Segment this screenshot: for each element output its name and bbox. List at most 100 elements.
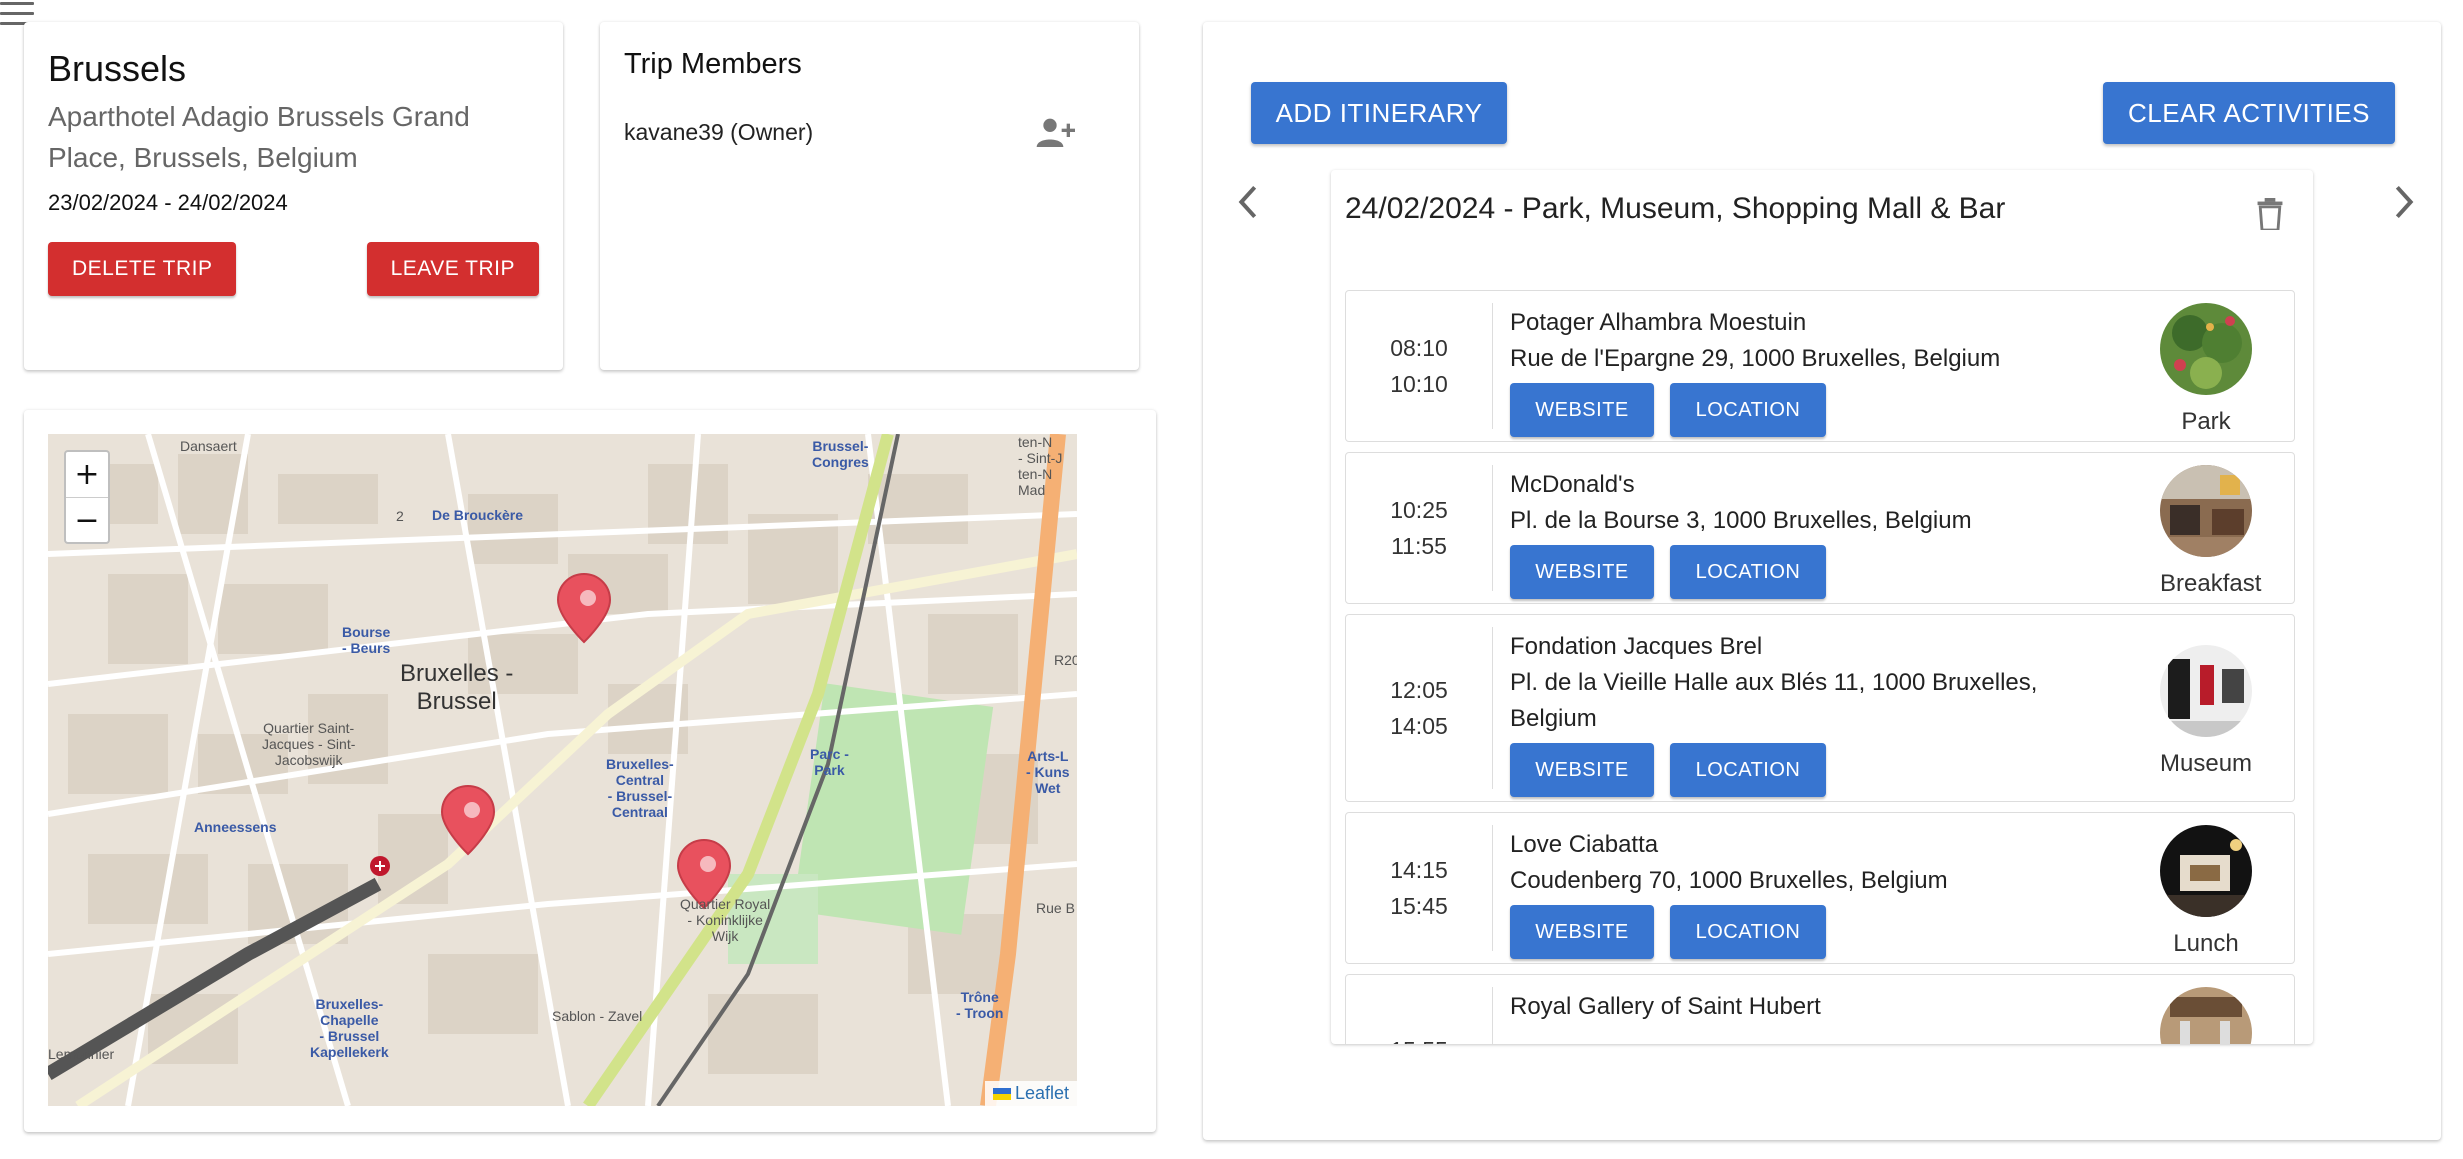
- location-button[interactable]: LOCATION: [1670, 545, 1826, 599]
- divider: [1492, 825, 1493, 951]
- activity-end-time: 11:55: [1391, 533, 1447, 559]
- map-label: Bruxelles- Central - Brussel- Centraal: [606, 756, 674, 820]
- breakfast-photo: [2160, 465, 2252, 557]
- map-label: ten-N - Sint-J ten-N Mad: [1018, 434, 1063, 498]
- map-label: Anneessens: [194, 819, 277, 835]
- activity-thumbnail: Breakfast: [2160, 465, 2261, 598]
- location-button[interactable]: LOCATION: [1670, 383, 1826, 437]
- activity-thumbnail: Park: [2160, 303, 2252, 436]
- location-button[interactable]: LOCATION: [1670, 905, 1826, 959]
- activity-times: 08:10 10:10: [1346, 291, 1492, 441]
- itinerary-card: ADD ITINERARY CLEAR ACTIVITIES 24/02/202…: [1203, 22, 2441, 1140]
- activity-buttons: WEBSITE LOCATION: [1510, 905, 2100, 959]
- activity-body: McDonald's Pl. de la Bourse 3, 1000 Brux…: [1510, 467, 2100, 599]
- map-label: Arts-L - Kuns Wet: [1026, 748, 1070, 796]
- divider: [1492, 627, 1493, 789]
- map[interactable]: Dansaert De Brouckère 2 Bourse - Beurs B…: [48, 434, 1077, 1106]
- map-label: Bruxelles - Brussel: [400, 660, 514, 715]
- activity-category: Lunch: [2173, 930, 2239, 957]
- divider: [1492, 465, 1493, 591]
- map-label: 2: [396, 508, 404, 524]
- clear-activities-button[interactable]: CLEAR ACTIVITIES: [2103, 82, 2395, 144]
- map-label: Rue B: [1036, 900, 1075, 916]
- member-row: kavane39 (Owner): [624, 115, 1115, 149]
- map-label: Sablon - Zavel: [552, 1008, 643, 1024]
- activity-buttons: WEBSITE LOCATION: [1510, 545, 2100, 599]
- website-button[interactable]: WEBSITE: [1510, 905, 1654, 959]
- activity-body: Love Ciabatta Coudenberg 70, 1000 Bruxel…: [1510, 827, 2100, 959]
- activity-name: Potager Alhambra Moestuin: [1510, 309, 1807, 336]
- zoom-in-button[interactable]: +: [66, 452, 108, 497]
- activity-start-time: 10:25: [1390, 497, 1448, 523]
- chevron-right-icon[interactable]: [2389, 182, 2419, 222]
- museum-photo: [2160, 645, 2252, 737]
- activity-body: Fondation Jacques Brel Pl. de la Vieille…: [1510, 629, 2100, 797]
- person-add-icon[interactable]: [1035, 115, 1075, 149]
- activity-end-time: 10:10: [1390, 371, 1448, 397]
- activity-thumbnail: [2160, 987, 2252, 1044]
- website-button[interactable]: WEBSITE: [1510, 743, 1654, 797]
- trip-members-title: Trip Members: [624, 48, 802, 80]
- activity-body: Potager Alhambra Moestuin Rue de l'Eparg…: [1510, 305, 2100, 437]
- delete-trip-button[interactable]: DELETE TRIP: [48, 242, 237, 296]
- location-button[interactable]: LOCATION: [1670, 743, 1826, 797]
- activity-name: Fondation Jacques Brel: [1510, 633, 1763, 660]
- activity-address: Pl. de la Vieille Halle aux Blés 11, 100…: [1510, 669, 2038, 732]
- map-label: Bourse - Beurs: [342, 624, 391, 656]
- day-title: 24/02/2024 - Park, Museum, Shopping Mall…: [1345, 192, 2006, 225]
- activity-buttons: WEBSITE LOCATION: [1510, 383, 2100, 437]
- trip-dates: 23/02/2024 - 24/02/2024: [48, 190, 288, 215]
- map-attribution[interactable]: Leaflet: [984, 1081, 1077, 1106]
- map-label: Lemonnier: [48, 1046, 115, 1062]
- map-label: R20: [1054, 652, 1077, 668]
- add-itinerary-button[interactable]: ADD ITINERARY: [1251, 82, 1507, 144]
- leave-trip-button[interactable]: LEAVE TRIP: [366, 242, 539, 296]
- activity-category: Museum: [2160, 750, 2253, 777]
- zoom-control: + −: [64, 450, 110, 544]
- map-tiles: [48, 434, 1077, 1106]
- activity-times: 12:05 14:05: [1346, 615, 1492, 801]
- trip-actions: DELETE TRIP LEAVE TRIP: [48, 242, 539, 296]
- attribution-link[interactable]: Leaflet: [1015, 1083, 1069, 1103]
- map-card: Dansaert De Brouckère 2 Bourse - Beurs B…: [24, 410, 1156, 1132]
- activity-thumbnail: Museum: [2160, 645, 2252, 778]
- map-label: Parc - Park: [810, 746, 849, 778]
- map-label: De Brouckère: [432, 507, 524, 523]
- activity-start-time: 14:15: [1390, 857, 1448, 883]
- map-label: Trône - Troon: [956, 989, 1004, 1021]
- activity-start-time: 12:05: [1390, 677, 1448, 703]
- activity-name: Royal Gallery of Saint Hubert: [1510, 993, 1821, 1020]
- activity-start-time: 15:55: [1390, 1032, 1448, 1044]
- activity-address: Coudenberg 70, 1000 Bruxelles, Belgium: [1510, 867, 1948, 894]
- trip-hotel: Aparthotel Adagio Brussels Grand Place, …: [48, 101, 470, 173]
- member-name: kavane39 (Owner): [624, 118, 814, 145]
- activity-times: 15:55: [1346, 975, 1492, 1044]
- trip-city: Brussels: [48, 48, 187, 89]
- activity-name: McDonald's: [1510, 471, 1635, 498]
- activity-times: 14:15 15:45: [1346, 813, 1492, 963]
- activity-address: Pl. de la Bourse 3, 1000 Bruxelles, Belg…: [1510, 507, 1972, 534]
- activity-item: 15:55 Royal Gallery of Saint Hubert: [1345, 974, 2295, 1044]
- map-label: Dansaert: [180, 438, 237, 454]
- website-button[interactable]: WEBSITE: [1510, 383, 1654, 437]
- activity-buttons: WEBSITE LOCATION: [1510, 743, 2100, 797]
- trash-icon[interactable]: [2257, 198, 2283, 230]
- website-button[interactable]: WEBSITE: [1510, 545, 1654, 599]
- gallery-photo: [2160, 987, 2252, 1044]
- activity-category: Park: [2181, 408, 2231, 435]
- map-label: Bruxelles- Chapelle - Brussel Kapelleker…: [310, 996, 389, 1060]
- map-label: Brussel- Congres: [812, 438, 869, 470]
- activity-item: 10:25 11:55 McDonald's Pl. de la Bourse …: [1345, 452, 2295, 604]
- lunch-photo: [2160, 825, 2252, 917]
- activity-end-time: 14:05: [1390, 713, 1448, 739]
- activity-thumbnail: Lunch: [2160, 825, 2252, 958]
- activity-address: Rue de l'Epargne 29, 1000 Bruxelles, Bel…: [1510, 345, 2001, 372]
- activity-body: Royal Gallery of Saint Hubert: [1510, 989, 2100, 1025]
- chevron-left-icon[interactable]: [1233, 182, 1263, 222]
- activity-name: Love Ciabatta: [1510, 831, 1659, 858]
- zoom-out-button[interactable]: −: [66, 497, 108, 542]
- park-photo: [2160, 303, 2252, 395]
- ukraine-flag-icon: [992, 1088, 1011, 1101]
- activity-start-time: 08:10: [1390, 335, 1448, 361]
- trip-members-card: Trip Members kavane39 (Owner): [600, 22, 1139, 370]
